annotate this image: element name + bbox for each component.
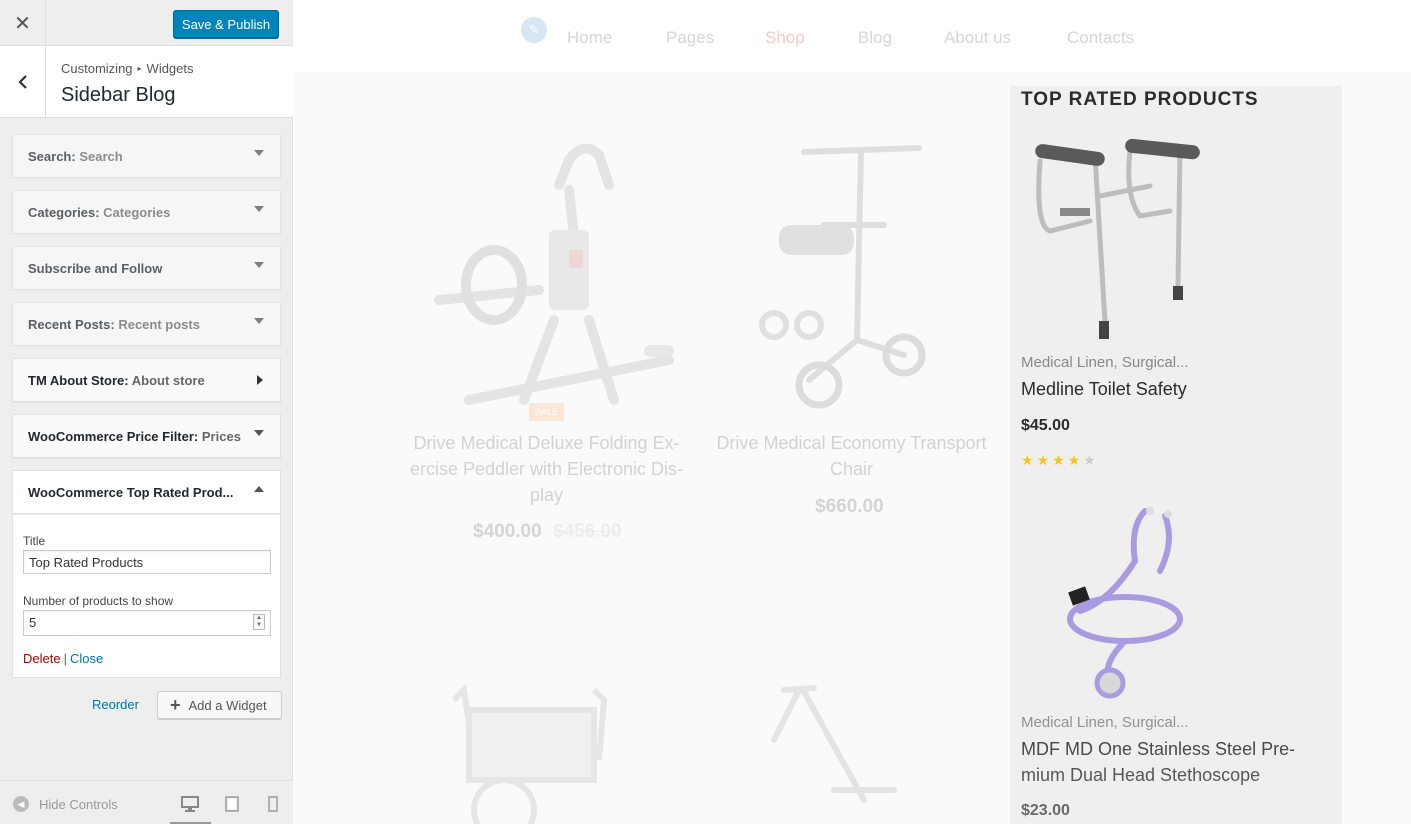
star-icon: ★	[1021, 452, 1037, 468]
section-header: Customizing ▸ Widgets Sidebar Blog	[0, 46, 293, 118]
widget-form: Title Number of products to show 5 ▲▼ De…	[12, 514, 281, 678]
breadcrumb-item: Customizing	[61, 61, 133, 76]
widget-subscribe-follow[interactable]: Subscribe and Follow	[12, 246, 281, 290]
widget-subtitle: About store	[131, 373, 205, 388]
delete-link[interactable]: Delete	[23, 651, 61, 666]
hide-controls-button[interactable]: ◀ Hide Controls	[13, 796, 118, 812]
desktop-icon[interactable]	[179, 795, 201, 813]
add-widget-button[interactable]: + Add a Widget	[157, 691, 282, 719]
customizer-header: ✕ Save & Publish	[0, 0, 293, 46]
top-rated-products-widget: TOP RATED PRODUCTS Medical Linen, Surgic…	[1010, 86, 1342, 824]
widget-title: Categories:	[28, 205, 100, 220]
product-price: $45.00	[1021, 417, 1070, 434]
widget-about-store[interactable]: TM About Store: About store	[12, 358, 281, 402]
star-icon: ★	[1036, 452, 1053, 468]
product-price: $400.00	[473, 521, 542, 542]
count-label: Number of products to show	[23, 594, 174, 608]
close-icon[interactable]: ✕	[0, 0, 46, 46]
main-navigation: ✎ Home Pages Shop Blog About us Contacts	[294, 0, 1411, 72]
widget-subtitle: Categories	[103, 205, 171, 220]
product-image-stethoscope[interactable]	[1050, 501, 1190, 706]
product-name[interactable]: MDF MD One Stainless Steel Pre-mium Dual…	[1021, 736, 1321, 788]
close-link[interactable]: Close	[70, 651, 103, 666]
product-price: $23.00	[1021, 802, 1070, 819]
widget-title: WooCommerce Price Filter:	[28, 429, 199, 444]
star-icon: ★	[1067, 452, 1084, 468]
widget-top-rated-products[interactable]: WooCommerce Top Rated Prod...	[12, 470, 281, 514]
chevron-down-icon	[254, 430, 264, 436]
product-image-rollator[interactable]	[754, 680, 914, 824]
product-name[interactable]: Medline Toilet Safety	[1021, 376, 1187, 402]
widget-subtitle: Recent posts	[118, 317, 200, 332]
product-price: $660.00	[815, 496, 884, 517]
save-publish-button[interactable]: Save & Publish	[173, 10, 279, 38]
plus-icon: +	[170, 695, 181, 715]
reorder-link[interactable]: Reorder	[92, 697, 139, 712]
breadcrumb: Customizing ▸ Widgets	[61, 61, 194, 76]
widget-title: Subscribe and Follow	[28, 261, 163, 276]
back-chevron-icon[interactable]	[0, 46, 46, 118]
widget-recent-posts[interactable]: Recent Posts: Recent posts	[12, 302, 281, 346]
widget-actions: Delete | Close	[23, 651, 103, 666]
edit-pencil-icon[interactable]: ✎	[521, 17, 547, 43]
customizer-panel: ✕ Save & Publish Customizing ▸ Widgets Sid…	[0, 0, 293, 824]
count-value: 5	[29, 615, 37, 630]
product-image-peddler[interactable]	[409, 130, 684, 420]
product-image-knee-walker[interactable]	[749, 130, 949, 420]
sale-badge: SALE	[529, 403, 564, 421]
nav-item-about[interactable]: About us	[944, 28, 1011, 48]
widget-price-filter[interactable]: WooCommerce Price Filter: Prices	[12, 414, 281, 458]
widget-title: TM About Store:	[28, 373, 129, 388]
nav-item-shop[interactable]: Shop	[765, 28, 805, 48]
widget-categories[interactable]: Categories: Categories	[12, 190, 281, 234]
nav-item-contacts[interactable]: Contacts	[1067, 28, 1134, 48]
widget-title: Search:	[28, 149, 76, 164]
star-half-icon: ★	[1083, 452, 1099, 468]
product-old-price: $456.00	[553, 521, 622, 542]
chevron-up-icon	[254, 486, 264, 492]
product-image-wheelchair[interactable]	[444, 680, 614, 824]
action-separator: |	[63, 651, 67, 666]
product-category[interactable]: Medical Linen, Surgical...	[1021, 354, 1189, 371]
site-preview: ✎ Home Pages Shop Blog About us Contacts…	[294, 0, 1411, 824]
nav-item-blog[interactable]: Blog	[858, 28, 892, 48]
chevron-down-icon	[254, 206, 264, 212]
collapse-arrow-icon: ◀	[13, 796, 29, 812]
breadcrumb-item: Widgets	[146, 61, 194, 76]
widget-title: Recent Posts:	[28, 317, 115, 332]
product-category[interactable]: Medical Linen, Surgical...	[1021, 714, 1189, 731]
chevron-right-icon	[257, 375, 263, 385]
rating-stars: ★★★★★	[1021, 452, 1099, 469]
mobile-icon[interactable]	[262, 795, 284, 813]
star-icon: ★	[1052, 452, 1068, 468]
widget-heading: TOP RATED PRODUCTS	[1021, 89, 1259, 110]
title-input[interactable]	[23, 550, 271, 574]
product-name[interactable]: Drive Medical Deluxe Folding Ex-ercise P…	[404, 430, 689, 508]
title-label: Title	[23, 534, 46, 548]
nav-item-pages[interactable]: Pages	[666, 28, 714, 48]
section-title: Sidebar Blog	[61, 84, 176, 106]
count-stepper[interactable]: 5 ▲ ▼	[23, 610, 271, 636]
product-name[interactable]: Drive Medical Economy Transport Chair	[709, 430, 994, 482]
widget-subtitle: Prices	[201, 429, 241, 444]
nav-item-home[interactable]: Home	[567, 28, 612, 48]
chevron-down-icon	[254, 318, 264, 324]
tablet-icon[interactable]	[221, 795, 243, 813]
chevron-down-icon	[254, 262, 264, 268]
add-widget-label: Add a Widget	[188, 697, 267, 713]
widget-title: WooCommerce Top Rated Prod...	[28, 485, 234, 500]
widget-search[interactable]: Search: Search	[12, 134, 281, 178]
product-image-toilet-safety[interactable]	[1030, 136, 1210, 346]
chevron-down-icon	[254, 150, 264, 156]
widget-subtitle: Search	[79, 149, 123, 164]
stepper-arrows-icon[interactable]: ▲ ▼	[253, 614, 265, 630]
breadcrumb-separator-icon: ▸	[137, 64, 142, 73]
customizer-footer: ◀ Hide Controls	[0, 780, 293, 824]
hide-controls-label: Hide Controls	[39, 796, 118, 812]
